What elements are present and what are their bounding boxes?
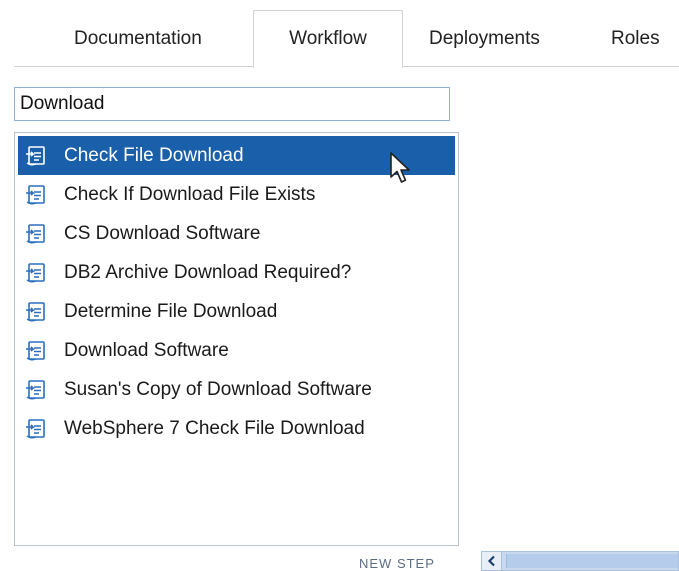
list-item-label: Determine File Download [64, 300, 278, 322]
workflow-step-icon [25, 418, 47, 440]
step-list[interactable]: Check File Download Check If Download Fil… [14, 132, 459, 546]
tab-deployments[interactable]: Deployments [429, 12, 540, 66]
list-item[interactable]: DB2 Archive Download Required? [18, 253, 455, 292]
list-item[interactable]: Susan's Copy of Download Software [18, 370, 455, 409]
list-item[interactable]: CS Download Software [18, 214, 455, 253]
workflow-step-icon [25, 223, 47, 245]
list-item[interactable]: Determine File Download [18, 292, 455, 331]
list-item-label: Check File Download [64, 144, 244, 166]
chevron-left-icon [487, 555, 495, 567]
tab-workflow[interactable]: Workflow [253, 10, 403, 68]
workflow-step-icon [25, 262, 47, 284]
horizontal-scrollbar[interactable] [481, 551, 679, 571]
tab-documentation[interactable]: Documentation [74, 12, 202, 66]
workflow-step-icon [25, 301, 47, 323]
search-input[interactable] [14, 87, 450, 121]
new-step-button[interactable]: NEW STEP [359, 556, 435, 571]
workflow-step-icon [25, 379, 47, 401]
tab-bar: Documentation Workflow Deployments Roles [0, 0, 679, 68]
list-item-label: DB2 Archive Download Required? [64, 261, 352, 283]
workflow-step-picker: Documentation Workflow Deployments Roles… [0, 0, 679, 571]
list-item-label: Susan's Copy of Download Software [64, 378, 372, 400]
list-item[interactable]: Download Software [18, 331, 455, 370]
list-item[interactable]: WebSphere 7 Check File Download [18, 409, 455, 448]
scroll-left-button[interactable] [482, 552, 502, 570]
list-item-label: WebSphere 7 Check File Download [64, 417, 365, 439]
list-item-label: Download Software [64, 339, 229, 361]
scrollbar-thumb[interactable] [506, 554, 678, 568]
workflow-step-icon [25, 145, 47, 167]
workflow-step-icon [25, 184, 47, 206]
tab-roles[interactable]: Roles [611, 12, 660, 66]
mouse-pointer-icon [390, 152, 410, 183]
list-item-label: Check If Download File Exists [64, 183, 316, 205]
workflow-step-icon [25, 340, 47, 362]
list-item-label: CS Download Software [64, 222, 261, 244]
